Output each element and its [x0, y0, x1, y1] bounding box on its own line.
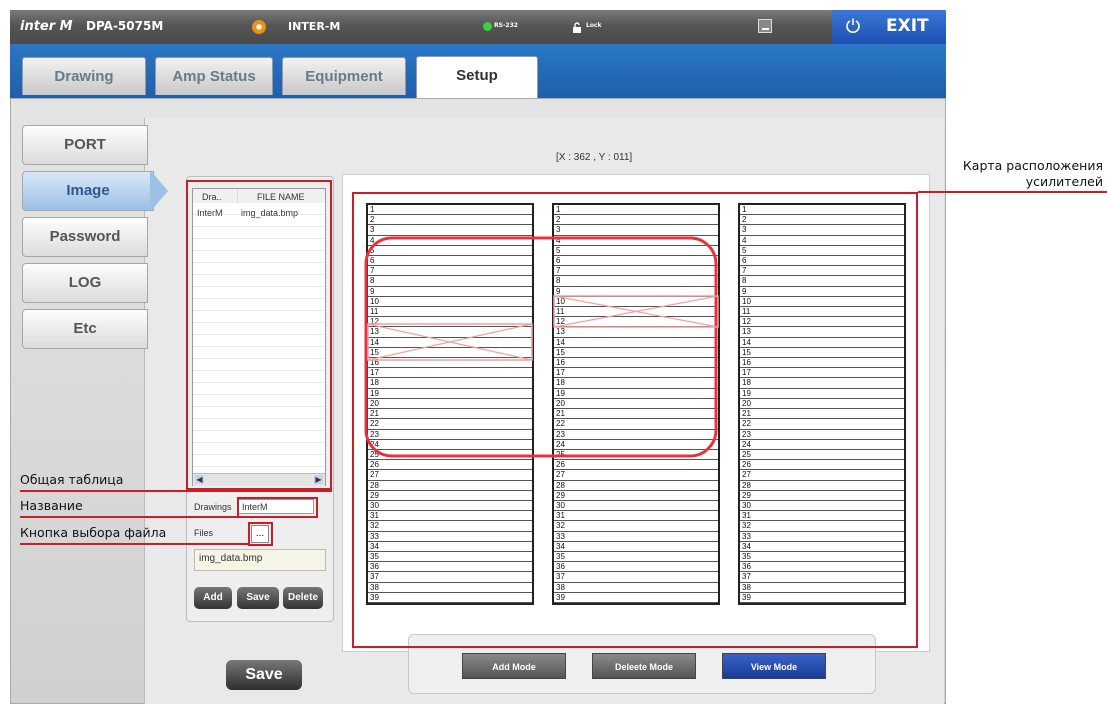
inter-m-logo: inter M: [20, 19, 73, 34]
delete-mode-button[interactable]: Deleete Mode: [592, 653, 696, 679]
rs232-status-icon: [483, 22, 492, 31]
callout-map-line-2: усилителей: [1025, 174, 1103, 189]
system-name: INTER-M: [288, 20, 341, 33]
callout-line-file-button: [20, 543, 250, 545]
sidebar-item-password[interactable]: Password: [22, 217, 148, 257]
status-orange-icon: [252, 20, 266, 34]
files-label: Files: [194, 528, 214, 538]
drawings-label: Drawings: [194, 502, 232, 512]
save-file-button[interactable]: Save: [237, 587, 279, 609]
callout-line-table: [20, 490, 332, 492]
active-arrow-icon: [150, 170, 168, 212]
annotation-box-name: [237, 497, 318, 518]
lock-label: Lock: [586, 22, 602, 29]
tab-drawing[interactable]: Drawing: [22, 57, 146, 95]
rs232-label: RS-232: [494, 22, 518, 29]
add-mode-button[interactable]: Add Mode: [462, 653, 566, 679]
add-button[interactable]: Add: [194, 587, 232, 609]
tab-amp-status[interactable]: Amp Status: [155, 57, 273, 95]
callout-name: Название: [20, 498, 83, 513]
lock-icon[interactable]: [572, 20, 582, 33]
tab-setup[interactable]: Setup: [416, 56, 538, 98]
sidebar-item-log[interactable]: LOG: [22, 263, 148, 303]
save-button[interactable]: Save: [226, 660, 302, 690]
callout-line-map: [918, 191, 1107, 193]
model-name: DPA-5075M: [86, 19, 164, 33]
power-icon: [845, 17, 861, 33]
callout-file-button: Кнопка выбора файла: [20, 525, 167, 540]
callout-general-table: Общая таблица: [20, 472, 124, 487]
annotation-box-file-button: [248, 522, 273, 546]
sidebar-item-port[interactable]: PORT: [22, 125, 148, 165]
callout-map-line-1: Карта расположения: [962, 158, 1103, 173]
file-path-field[interactable]: img_data.bmp: [194, 549, 326, 571]
view-mode-button[interactable]: View Mode: [722, 653, 826, 679]
delete-button[interactable]: Delete: [283, 587, 323, 609]
annotation-box-table: [186, 180, 332, 490]
annotation-box-map: [352, 192, 918, 648]
coordinate-readout: [X : 362 , Y : 011]: [556, 152, 633, 163]
sidebar-item-etc[interactable]: Etc: [22, 309, 148, 349]
sidebar-item-image[interactable]: Image: [22, 171, 154, 211]
tab-equipment[interactable]: Equipment: [282, 57, 406, 95]
exit-label: EXIT: [886, 16, 929, 36]
minimize-icon[interactable]: [758, 19, 772, 33]
callout-line-name: [20, 516, 238, 518]
